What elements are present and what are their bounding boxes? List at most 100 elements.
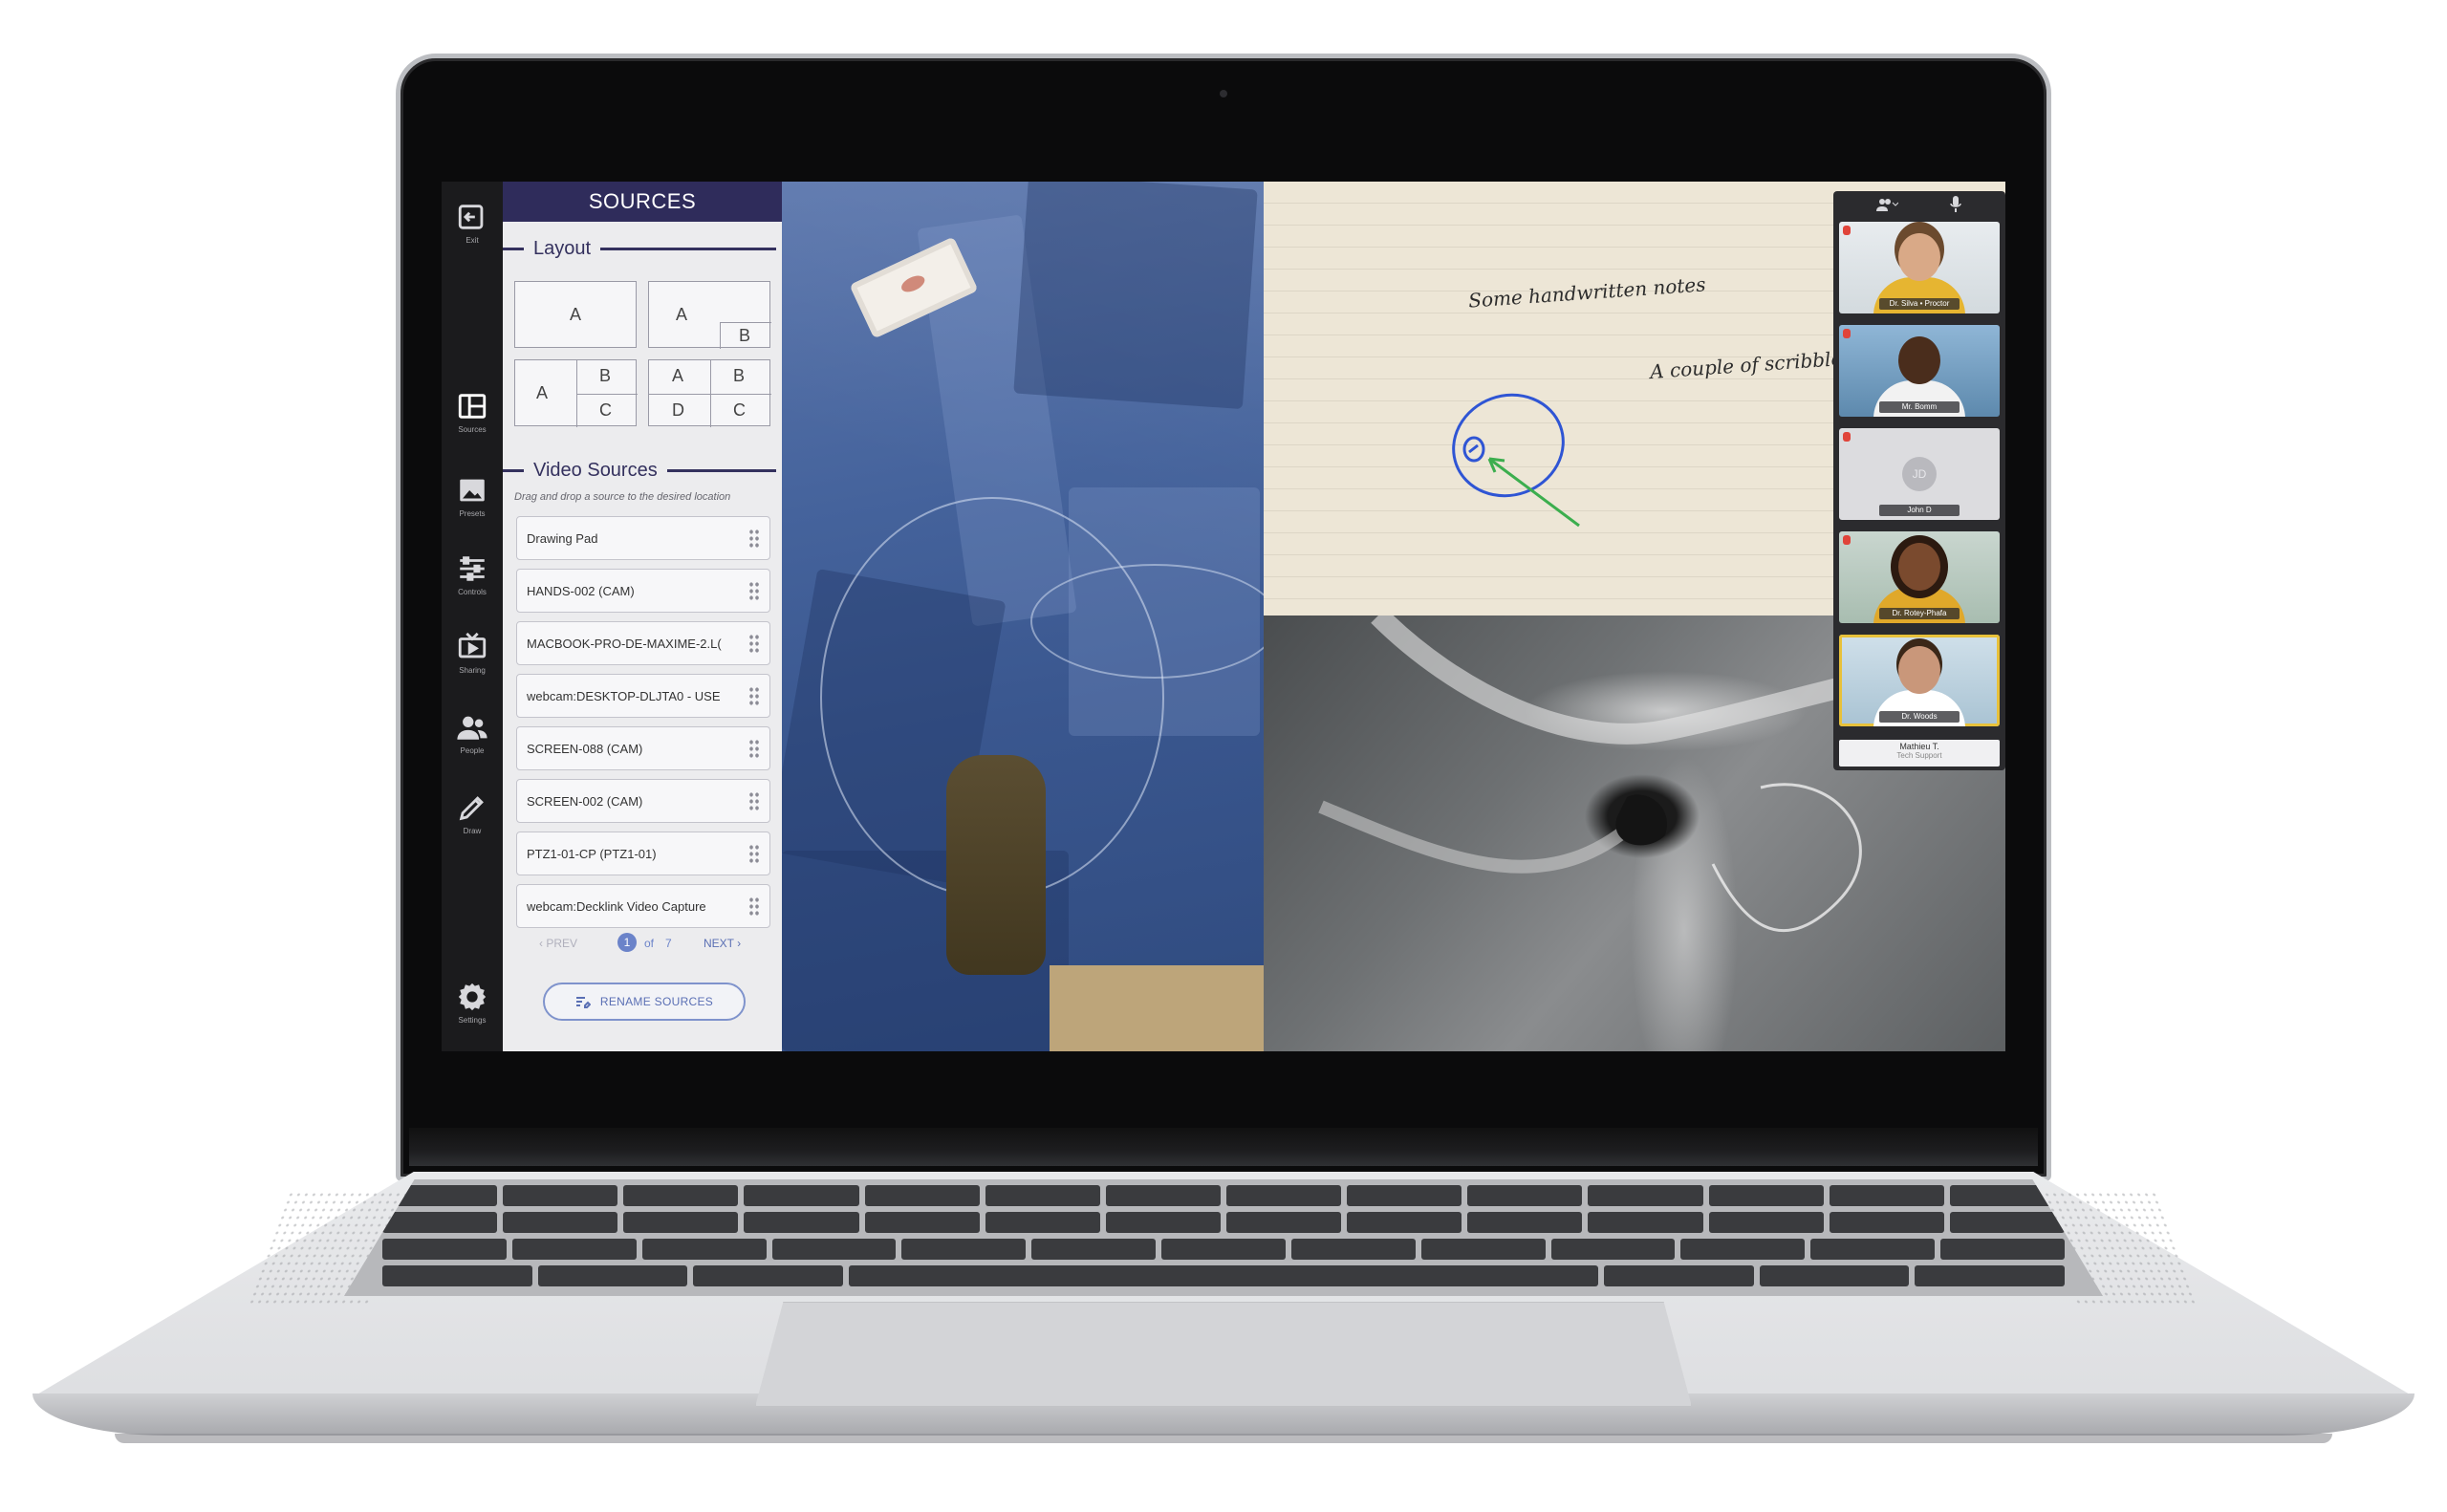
layout-cell-label: C: [733, 400, 746, 420]
exit-icon: [458, 205, 484, 229]
source-item[interactable]: MACBOOK-PRO-DE-MAXIME-2.L(: [516, 621, 770, 665]
source-item[interactable]: PTZ1-01-CP (PTZ1-01): [516, 832, 770, 875]
sliders-icon: [460, 556, 485, 581]
rail-label-sources: Sources: [458, 425, 487, 434]
layout-option-quad[interactable]: A B D C: [648, 359, 771, 427]
layout-cell-label: D: [672, 400, 684, 420]
drag-hint: Drag and drop a source to the desired lo…: [514, 491, 731, 503]
participant-tile[interactable]: Dr. Silva • Proctor: [1839, 222, 2000, 313]
source-label: HANDS-002 (CAM): [527, 583, 635, 598]
drag-handle-icon[interactable]: [748, 529, 760, 550]
source-item[interactable]: Drawing Pad: [516, 516, 770, 560]
participant-tile[interactable]: Dr. Rotey-Phafa: [1839, 531, 2000, 623]
gear-icon: [458, 983, 487, 1011]
rail-label-sharing: Sharing: [459, 666, 486, 675]
participant-name: Dr. Woods: [1879, 711, 1960, 723]
participant-name: John D: [1879, 505, 1960, 516]
drag-handle-icon[interactable]: [748, 791, 760, 812]
participant-avatar: JD: [1902, 457, 1937, 491]
rail-draw[interactable]: Draw: [442, 791, 503, 835]
layout-cell-label: B: [599, 366, 612, 385]
page-of-label: of: [644, 937, 655, 950]
source-label: webcam:Decklink Video Capture: [527, 898, 706, 914]
keyboard: [344, 1179, 2103, 1296]
drag-handle-icon[interactable]: [748, 896, 760, 918]
microphone-icon[interactable]: [1950, 196, 1961, 213]
layout-option-pip[interactable]: A B: [648, 281, 771, 349]
layout-cell-label: A: [536, 383, 549, 402]
participant-name: Dr. Silva • Proctor: [1879, 298, 1960, 310]
source-label: MACBOOK-PRO-DE-MAXIME-2.L(: [527, 636, 722, 651]
source-label: SCREEN-002 (CAM): [527, 793, 643, 809]
source-item[interactable]: SCREEN-088 (CAM): [516, 726, 770, 770]
layout-icon: [458, 394, 487, 419]
current-page: 1: [617, 933, 637, 952]
muted-mic-icon: [1843, 432, 1851, 442]
rail-controls[interactable]: Controls: [442, 552, 503, 596]
laptop-foot: [115, 1434, 2332, 1443]
participant-tile[interactable]: JD John D: [1839, 428, 2000, 520]
source-item[interactable]: SCREEN-002 (CAM): [516, 779, 770, 823]
pencil-icon: [459, 796, 484, 821]
people-icon: [457, 716, 487, 740]
rail-people[interactable]: People: [442, 711, 503, 755]
source-item[interactable]: HANDS-002 (CAM): [516, 569, 770, 613]
video-feed-surgical: [782, 182, 1264, 1051]
rail-exit[interactable]: Exit: [442, 201, 503, 245]
participant-tile[interactable]: Mr. Bomm: [1839, 325, 2000, 417]
source-label: PTZ1-01-CP (PTZ1-01): [527, 846, 657, 861]
muted-mic-icon: [1843, 226, 1851, 235]
layout-cell-label: A: [672, 366, 684, 385]
tv-play-icon: [458, 632, 487, 659]
participant-tile-active[interactable]: Dr. Woods: [1839, 635, 2000, 726]
people-icon[interactable]: [1875, 197, 1898, 212]
video-sources-section-title: Video Sources: [503, 459, 782, 482]
sources-panel: SOURCES Layout A A B A B C A B D C Video…: [503, 182, 782, 1051]
rename-icon: [575, 997, 591, 1008]
layout-cell-label: B: [733, 366, 746, 385]
source-label: SCREEN-088 (CAM): [527, 741, 643, 756]
layout-option-three[interactable]: A B C: [514, 359, 638, 427]
participant-name: Mathieu T.: [1899, 742, 1939, 751]
drag-handle-icon[interactable]: [748, 581, 760, 602]
rail-label-draw: Draw: [463, 827, 482, 835]
participant-row[interactable]: Mathieu T. Tech Support: [1839, 740, 2000, 767]
webcam-dot: [1220, 90, 1227, 97]
layout-title: Layout: [533, 237, 592, 259]
drag-handle-icon[interactable]: [748, 634, 760, 655]
source-item[interactable]: webcam:Decklink Video Capture: [516, 884, 770, 928]
drag-handle-icon[interactable]: [748, 686, 760, 707]
total-pages: 7: [665, 937, 672, 950]
rail-label-people: People: [460, 746, 485, 755]
drag-handle-icon[interactable]: [748, 739, 760, 760]
participants-toolbar: [1833, 191, 2005, 218]
app-screen: Exit Sources Presets Controls Sharing Pe…: [442, 182, 2005, 1051]
pagination: ‹ PREV 1 of 7 NEXT ›: [503, 933, 782, 956]
layout-cell-label: A: [676, 305, 688, 324]
participant-name: Dr. Rotey-Phafa: [1879, 608, 1960, 619]
rail-sources[interactable]: Sources: [442, 390, 503, 434]
rail-sharing[interactable]: Sharing: [442, 631, 503, 675]
gloved-hand: [946, 755, 1046, 975]
laptop-hinge: [409, 1128, 2038, 1166]
layout-option-single[interactable]: A: [514, 281, 637, 348]
source-label: Drawing Pad: [527, 530, 598, 546]
source-label: webcam:DESKTOP-DLJTA0 - USE: [527, 688, 721, 703]
participant-name: Mr. Bomm: [1879, 401, 1960, 413]
participant-role: Tech Support: [1896, 751, 1942, 760]
prev-page-button[interactable]: ‹ PREV: [539, 937, 577, 950]
rail-presets[interactable]: Presets: [442, 474, 503, 518]
rail-label-exit: Exit: [466, 236, 479, 245]
drag-handle-icon[interactable]: [748, 844, 760, 865]
rail-label-settings: Settings: [458, 1016, 487, 1025]
rename-sources-button[interactable]: RENAME SOURCES: [543, 983, 746, 1021]
source-item[interactable]: webcam:DESKTOP-DLJTA0 - USE: [516, 674, 770, 718]
image-icon: [460, 479, 485, 502]
next-page-button[interactable]: NEXT ›: [704, 937, 741, 950]
layout-cell-label: A: [570, 305, 582, 324]
sources-header: SOURCES: [503, 182, 782, 222]
nav-rail: Exit Sources Presets Controls Sharing Pe…: [442, 182, 503, 1051]
rail-settings[interactable]: Settings: [442, 981, 503, 1025]
participants-panel: Dr. Silva • Proctor Mr. Bomm JD John D D…: [1833, 191, 2005, 770]
rail-label-presets: Presets: [459, 509, 486, 518]
